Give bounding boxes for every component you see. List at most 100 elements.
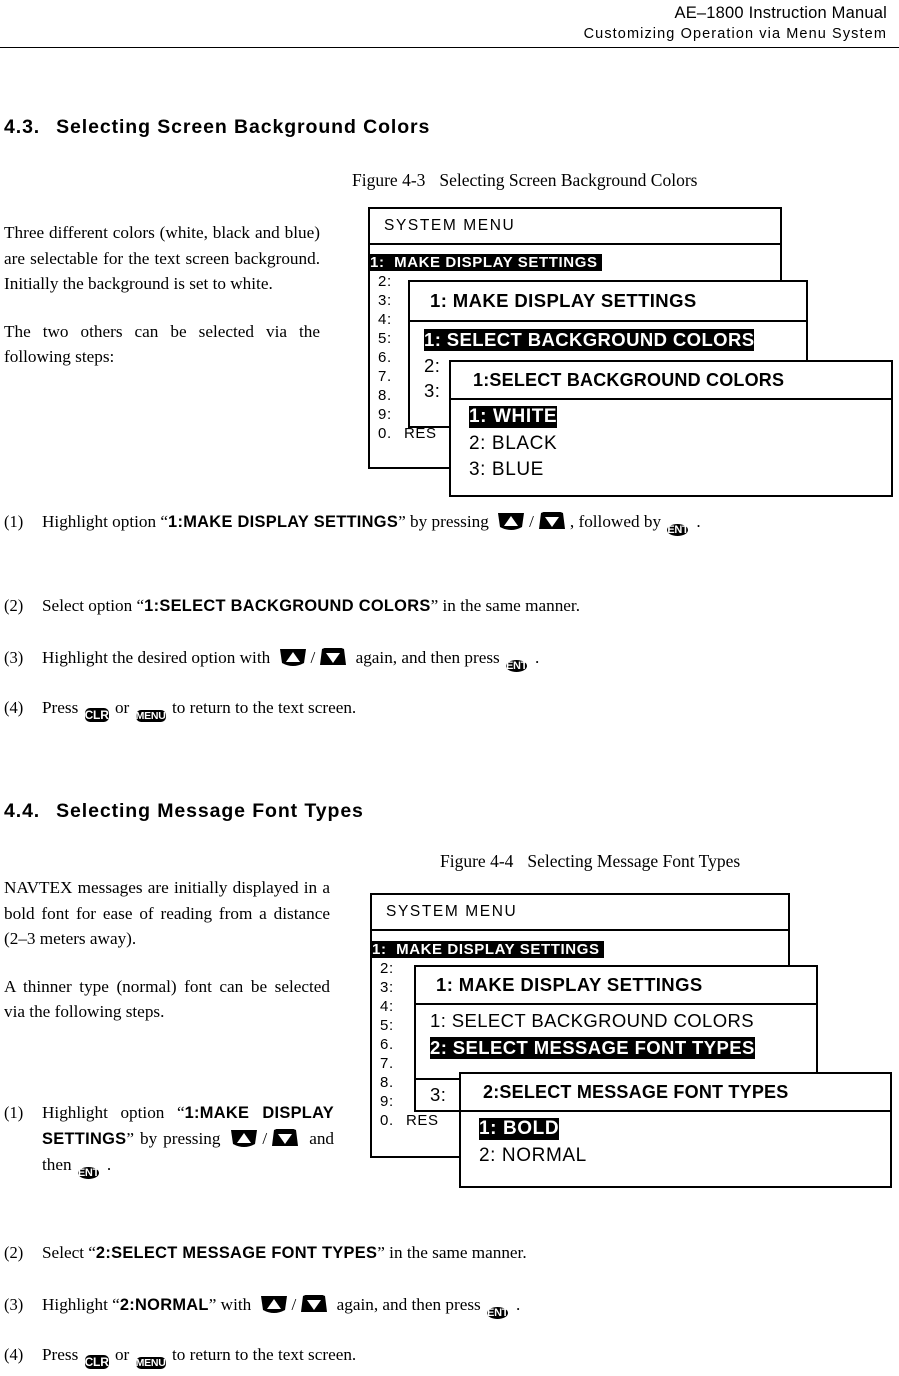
up-arrow-key-icon[interactable] [278, 648, 308, 667]
section-number: 4.4. [4, 800, 41, 822]
up-arrow-key-icon[interactable] [496, 512, 526, 531]
row-index: 9: [380, 1093, 394, 1110]
menu-diagram-message-font-types: SYSTEM MENU 1: MAKE DISPLAY SETTINGS 2: … [370, 893, 892, 1188]
clr-key-icon[interactable]: CLR [84, 701, 109, 728]
row-index: 6. [378, 349, 392, 366]
menu-row[interactable]: 1: MAKE DISPLAY SETTINGS [370, 252, 780, 272]
step-marker: (2) [4, 596, 24, 615]
row-label: 2: BLACK [469, 433, 558, 454]
slash-separator: / [310, 648, 316, 667]
down-arrow-key-icon[interactable] [299, 1295, 329, 1314]
row-label: 2: [424, 354, 441, 376]
step-text: Press [42, 698, 79, 717]
menu-row[interactable]: 1: BOLD [461, 1115, 890, 1143]
up-arrow-key-icon[interactable] [229, 1129, 259, 1148]
section-heading-4-3: 4.3. Selecting Screen Background Colors [4, 116, 430, 139]
ent-key-icon[interactable]: ENT [487, 1298, 514, 1323]
figure-title: Selecting Message Font Types [527, 851, 741, 871]
step-text: or [114, 698, 130, 717]
section-title: Selecting Screen Background Colors [56, 116, 431, 138]
row-label: 2: NORMAL [479, 1145, 587, 1166]
step-text: Highlight the desired option with [42, 648, 271, 667]
panel-make-display-settings[interactable]: 1: MAKE DISPLAY SETTINGS 1: SELECT BACKG… [414, 965, 818, 1080]
ent-key-label: ENT [506, 660, 528, 672]
slash-separator: / [291, 1295, 297, 1314]
row-index: 8. [380, 1074, 394, 1091]
down-arrow-key-icon[interactable] [270, 1129, 300, 1148]
step-4-3-4: (4) Press CLR or MENU to return to the t… [4, 695, 890, 729]
ent-key-icon[interactable]: ENT [77, 1158, 105, 1183]
panel-row-list[interactable]: 1: BOLD 2: NORMAL [461, 1112, 890, 1169]
paragraph: NAVTEX messages are initially displayed … [4, 878, 330, 948]
row-index: 6. [380, 1036, 394, 1053]
panel-title: 1: MAKE DISPLAY SETTINGS [410, 282, 806, 322]
step-text: ” in the same manner. [430, 596, 580, 615]
header-divider [0, 47, 899, 48]
row-label: MAKE DISPLAY SETTINGS [396, 940, 600, 958]
step-text: ” by pressing [126, 1129, 221, 1148]
step-content: Select “2:SELECT MESSAGE FONT TYPES” in … [42, 1240, 890, 1266]
step-marker: (3) [4, 1295, 24, 1314]
ent-key-label: ENT [667, 524, 689, 536]
slash-separator: / [262, 1129, 268, 1148]
menu-key-icon[interactable]: MENU [135, 701, 166, 729]
row-index: 2: [380, 960, 394, 977]
row-index: 9: [378, 406, 392, 423]
ent-key-icon[interactable]: ENT [667, 515, 694, 540]
step-text: . [106, 1155, 112, 1174]
step-text: to return to the text screen. [172, 698, 357, 717]
panel-title: SYSTEM MENU [372, 895, 788, 931]
menu-option-name: 1:MAKE DISPLAY SETTINGS [168, 513, 399, 531]
menu-row[interactable]: 3: BLUE [451, 457, 891, 483]
menu-key-icon[interactable]: MENU [135, 1348, 166, 1376]
figure-caption-4-4: Figure 4-4 Selecting Message Font Types [440, 851, 740, 872]
step-text: again, and then press [336, 1295, 481, 1314]
panel-select-message-font-types[interactable]: 2:SELECT MESSAGE FONT TYPES 1: BOLD 2: N… [459, 1072, 892, 1188]
paragraph: The two others can be selected via the f… [4, 321, 320, 367]
up-arrow-key-icon[interactable] [259, 1295, 289, 1314]
step-text: or [114, 1345, 130, 1364]
section-number: 4.3. [4, 116, 41, 138]
menu-row[interactable]: 1: WHITE [451, 403, 891, 431]
menu-option-name: 2:SELECT MESSAGE FONT TYPES [95, 1244, 378, 1262]
ent-key-label: ENT [77, 1167, 99, 1179]
step-marker: (4) [4, 698, 24, 717]
row-label: MAKE DISPLAY SETTINGS [394, 253, 598, 271]
menu-row[interactable]: 2: SELECT MESSAGE FONT TYPES [416, 1034, 816, 1061]
menu-row[interactable]: 1: SELECT BACKGROUND COLORS [410, 326, 806, 353]
menu-row[interactable]: 2: NORMAL [461, 1143, 890, 1169]
row-index: 8. [378, 387, 392, 404]
step-4-3-3: (3) Highlight the desired option with / … [4, 645, 890, 676]
panel-title: 1:SELECT BACKGROUND COLORS [451, 362, 891, 400]
menu-row[interactable]: 2: BLACK [451, 431, 891, 457]
row-label: 1: BOLD [479, 1118, 560, 1140]
panel-select-background-colors[interactable]: 1:SELECT BACKGROUND COLORS 1: WHITE 2: B… [449, 360, 893, 497]
panel-row-list[interactable]: 1: SELECT BACKGROUND COLORS 2: SELECT ME… [416, 1005, 816, 1061]
body-text-4-3: Three different colors (white, black and… [4, 220, 320, 370]
step-marker: (3) [4, 648, 24, 667]
row-index: 4: [378, 311, 392, 328]
row-label: 1: SELECT BACKGROUND COLORS [424, 328, 755, 351]
step-marker: (1) [4, 512, 24, 531]
step-text: , followed by [569, 512, 662, 531]
row-index: 1: [372, 940, 387, 958]
panel-row-list[interactable]: 1: WHITE 2: BLACK 3: BLUE [451, 400, 891, 483]
ent-key-icon[interactable]: ENT [506, 651, 533, 676]
step-content: Press CLR or MENU to return to the text … [42, 695, 890, 729]
step-content: Select option “1:SELECT BACKGROUND COLOR… [42, 593, 890, 619]
ent-key-label: ENT [487, 1307, 509, 1319]
step-content: Highlight “2:NORMAL” with / again, and t… [42, 1292, 890, 1323]
menu-row[interactable]: 1: SELECT BACKGROUND COLORS [416, 1007, 816, 1034]
step-4-3-2: (2) Select option “1:SELECT BACKGROUND C… [4, 593, 890, 619]
menu-row[interactable]: 1: MAKE DISPLAY SETTINGS [372, 939, 788, 959]
figure-caption-4-3: Figure 4-3 Selecting Screen Background Co… [352, 170, 697, 191]
down-arrow-key-icon[interactable] [537, 512, 567, 531]
paragraph: Three different colors (white, black and… [4, 223, 320, 293]
step-text: ” by pressing [398, 512, 489, 531]
down-arrow-key-icon[interactable] [318, 648, 348, 667]
step-marker: (2) [4, 1243, 24, 1262]
row-index: 5: [378, 330, 392, 347]
step-text: . [535, 648, 540, 667]
row-index: 7. [378, 368, 392, 385]
row-label: 3: [424, 379, 441, 401]
